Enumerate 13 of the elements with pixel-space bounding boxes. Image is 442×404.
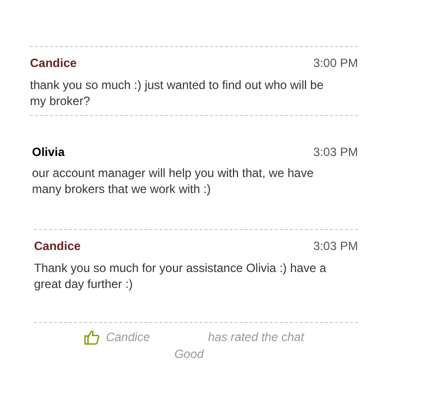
- rating-value: Good: [174, 346, 204, 363]
- sender-name: Candice: [34, 238, 81, 255]
- sender-name: Candice: [30, 55, 77, 72]
- message-text: thank you so much :) just wanted to find out who will be my broker?: [30, 77, 324, 109]
- message-text: our account manager will help you with that, we have many brokers that we work with :): [32, 165, 314, 197]
- rating-text: has rated the chat: [208, 329, 304, 346]
- message-text: Thank you so much for your assistance Olivia :) have a great day further :): [34, 260, 328, 292]
- thumbs-up-icon: [84, 330, 100, 344]
- message-time: 3:03 PM: [313, 238, 358, 255]
- sender-name: Olivia: [32, 144, 65, 161]
- message-time: 3:00 PM: [313, 55, 358, 72]
- message-time: 3:03 PM: [313, 144, 358, 161]
- rater-name: Candice: [106, 329, 150, 346]
